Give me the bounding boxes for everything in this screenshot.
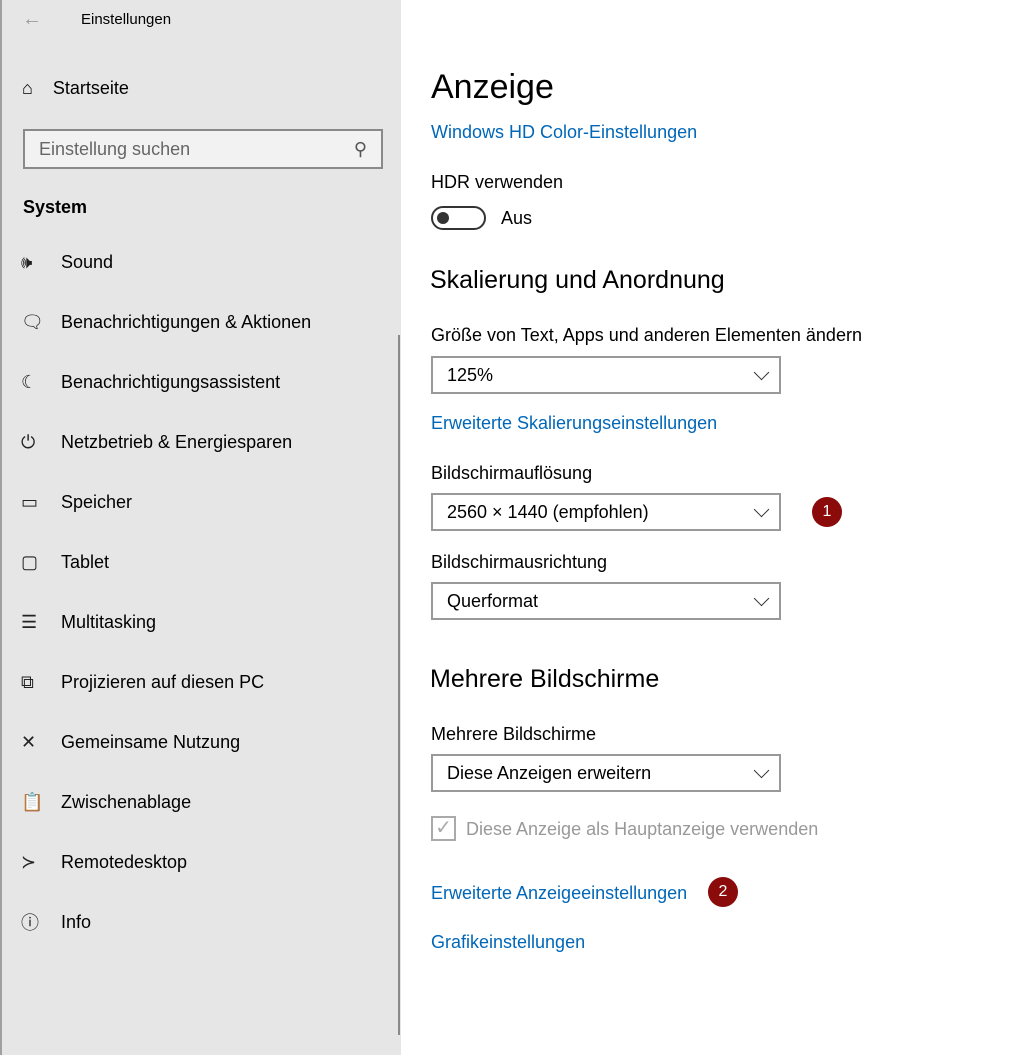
sidebar-item-benachrichtigungsassistent[interactable]: ☾ Benachrichtigungsassistent <box>21 367 280 397</box>
sidebar-item-icon: 🗨 <box>21 311 44 332</box>
sidebar-item-speicher[interactable]: ▭ Speicher <box>21 487 132 517</box>
advanced-scaling-link[interactable]: Erweiterte Skalierungseinstellungen <box>431 413 717 434</box>
section-heading-system: System <box>23 197 88 217</box>
sidebar-item-netzbetrieb-energiesparen[interactable]: ⏻ Netzbetrieb & Energiesparen <box>21 427 292 457</box>
chevron-down-icon <box>753 364 770 380</box>
hd-color-link[interactable]: Windows HD Color-Einstellungen <box>431 122 697 143</box>
home-label: Startseite <box>52 78 129 98</box>
app-title: Einstellungen <box>81 11 172 28</box>
sidebar-item-projizieren-auf-diesen-pc[interactable]: ⧉ Projizieren auf diesen PC <box>21 667 264 697</box>
sidebar-item-home[interactable]: ⌂ Startseite <box>22 78 129 99</box>
hdr-toggle[interactable] <box>431 206 486 230</box>
main-display-checkbox-label: Diese Anzeige als Hauptanzeige verwenden <box>466 819 819 839</box>
sidebar-item-zwischenablage[interactable]: 📋 Zwischenablage <box>21 787 191 817</box>
scale-dropdown[interactable]: 125% <box>431 356 781 394</box>
orientation-label: Bildschirmausrichtung <box>431 552 608 572</box>
sidebar-item-remotedesktop[interactable]: ≻ Remotedesktop <box>21 847 187 877</box>
page-title: Anzeige <box>431 68 554 106</box>
multi-display-heading: Mehrere Bildschirme <box>430 665 660 693</box>
sidebar-item-icon: ☾ <box>21 371 38 392</box>
multi-display-label: Mehrere Bildschirme <box>431 724 597 744</box>
orientation-dropdown[interactable]: Querformat <box>431 582 781 620</box>
sidebar-item-icon: ⧉ <box>21 671 34 692</box>
search-placeholder: Einstellung suchen <box>39 138 191 159</box>
home-icon: ⌂ <box>22 78 33 98</box>
sidebar-item-icon: ⓘ <box>21 913 39 933</box>
sidebar-item-sound[interactable]: 🕪 Sound <box>21 247 113 277</box>
scaling-heading: Skalierung und Anordnung <box>430 266 725 294</box>
sidebar-item-icon: ≻ <box>21 851 37 872</box>
sidebar-item-label: Multitasking <box>61 611 157 632</box>
sidebar-item-icon: ✕ <box>21 731 37 752</box>
chevron-down-icon <box>753 590 770 606</box>
resolution-label: Bildschirmauflösung <box>431 463 593 483</box>
search-input[interactable]: Einstellung suchen ⚲ <box>23 129 383 169</box>
sidebar: ← Einstellungen ⌂ Startseite Einstellung … <box>0 0 401 1055</box>
sidebar-item-icon: ▢ <box>21 551 39 572</box>
sidebar-item-icon: 📋 <box>21 791 44 812</box>
multi-display-dropdown[interactable]: Diese Anzeigen erweitern <box>431 754 781 792</box>
graphics-settings-link[interactable]: Grafikeinstellungen <box>431 932 585 953</box>
sidebar-item-gemeinsame-nutzung[interactable]: ✕ Gemeinsame Nutzung <box>21 727 240 757</box>
checkmark-icon: ✓ <box>435 817 452 839</box>
scale-value: 125% <box>447 364 494 385</box>
sidebar-item-icon: ⏻ <box>21 431 36 452</box>
sidebar-item-label: Benachrichtigungsassistent <box>61 371 281 392</box>
sidebar-item-label: Netzbetrieb & Energiesparen <box>61 431 293 452</box>
sidebar-item-icon: ▭ <box>21 491 39 512</box>
annotation-badge-1: 1 <box>812 497 842 527</box>
search-icon: ⚲ <box>353 138 367 159</box>
sidebar-item-label: Zwischenablage <box>61 791 192 812</box>
back-arrow-icon[interactable]: ← <box>22 8 42 31</box>
resolution-dropdown[interactable]: 2560 × 1440 (empfohlen) <box>431 493 781 531</box>
sidebar-item-icon: 🕪 <box>21 251 33 272</box>
multi-display-value: Diese Anzeigen erweitern <box>447 762 652 783</box>
hdr-state: Aus <box>501 208 533 228</box>
orientation-value: Querformat <box>447 590 539 611</box>
sidebar-item-label: Tablet <box>61 551 110 572</box>
sidebar-item-label: Sound <box>61 251 114 272</box>
sidebar-item-label: Remotedesktop <box>61 851 188 872</box>
sidebar-item-tablet[interactable]: ▢ Tablet <box>21 547 109 577</box>
sidebar-item-icon: ☰ <box>21 611 38 632</box>
sidebar-item-label: Speicher <box>61 491 133 512</box>
hdr-label: HDR verwenden <box>431 172 564 192</box>
advanced-display-link[interactable]: Erweiterte Anzeigeeinstellungen <box>431 883 687 904</box>
sidebar-item-multitasking[interactable]: ☰ Multitasking <box>21 607 156 637</box>
sidebar-item-benachrichtigungen-aktionen[interactable]: 🗨 Benachrichtigungen & Aktionen <box>21 307 311 337</box>
chevron-down-icon <box>753 762 770 778</box>
sidebar-item-label: Gemeinsame Nutzung <box>61 731 241 752</box>
sidebar-item-info[interactable]: ⓘ Info <box>21 907 91 937</box>
sidebar-item-label: Projizieren auf diesen PC <box>61 671 265 692</box>
chevron-down-icon <box>753 501 770 517</box>
resolution-value: 2560 × 1440 (empfohlen) <box>447 501 649 522</box>
main-display-checkbox[interactable]: ✓ <box>431 816 456 841</box>
scrollbar[interactable] <box>398 335 400 1035</box>
sidebar-item-label: Benachrichtigungen & Aktionen <box>61 311 312 332</box>
scale-label: Größe von Text, Apps und anderen Element… <box>431 325 862 345</box>
annotation-badge-2: 2 <box>708 877 738 907</box>
sidebar-item-label: Info <box>61 911 92 932</box>
